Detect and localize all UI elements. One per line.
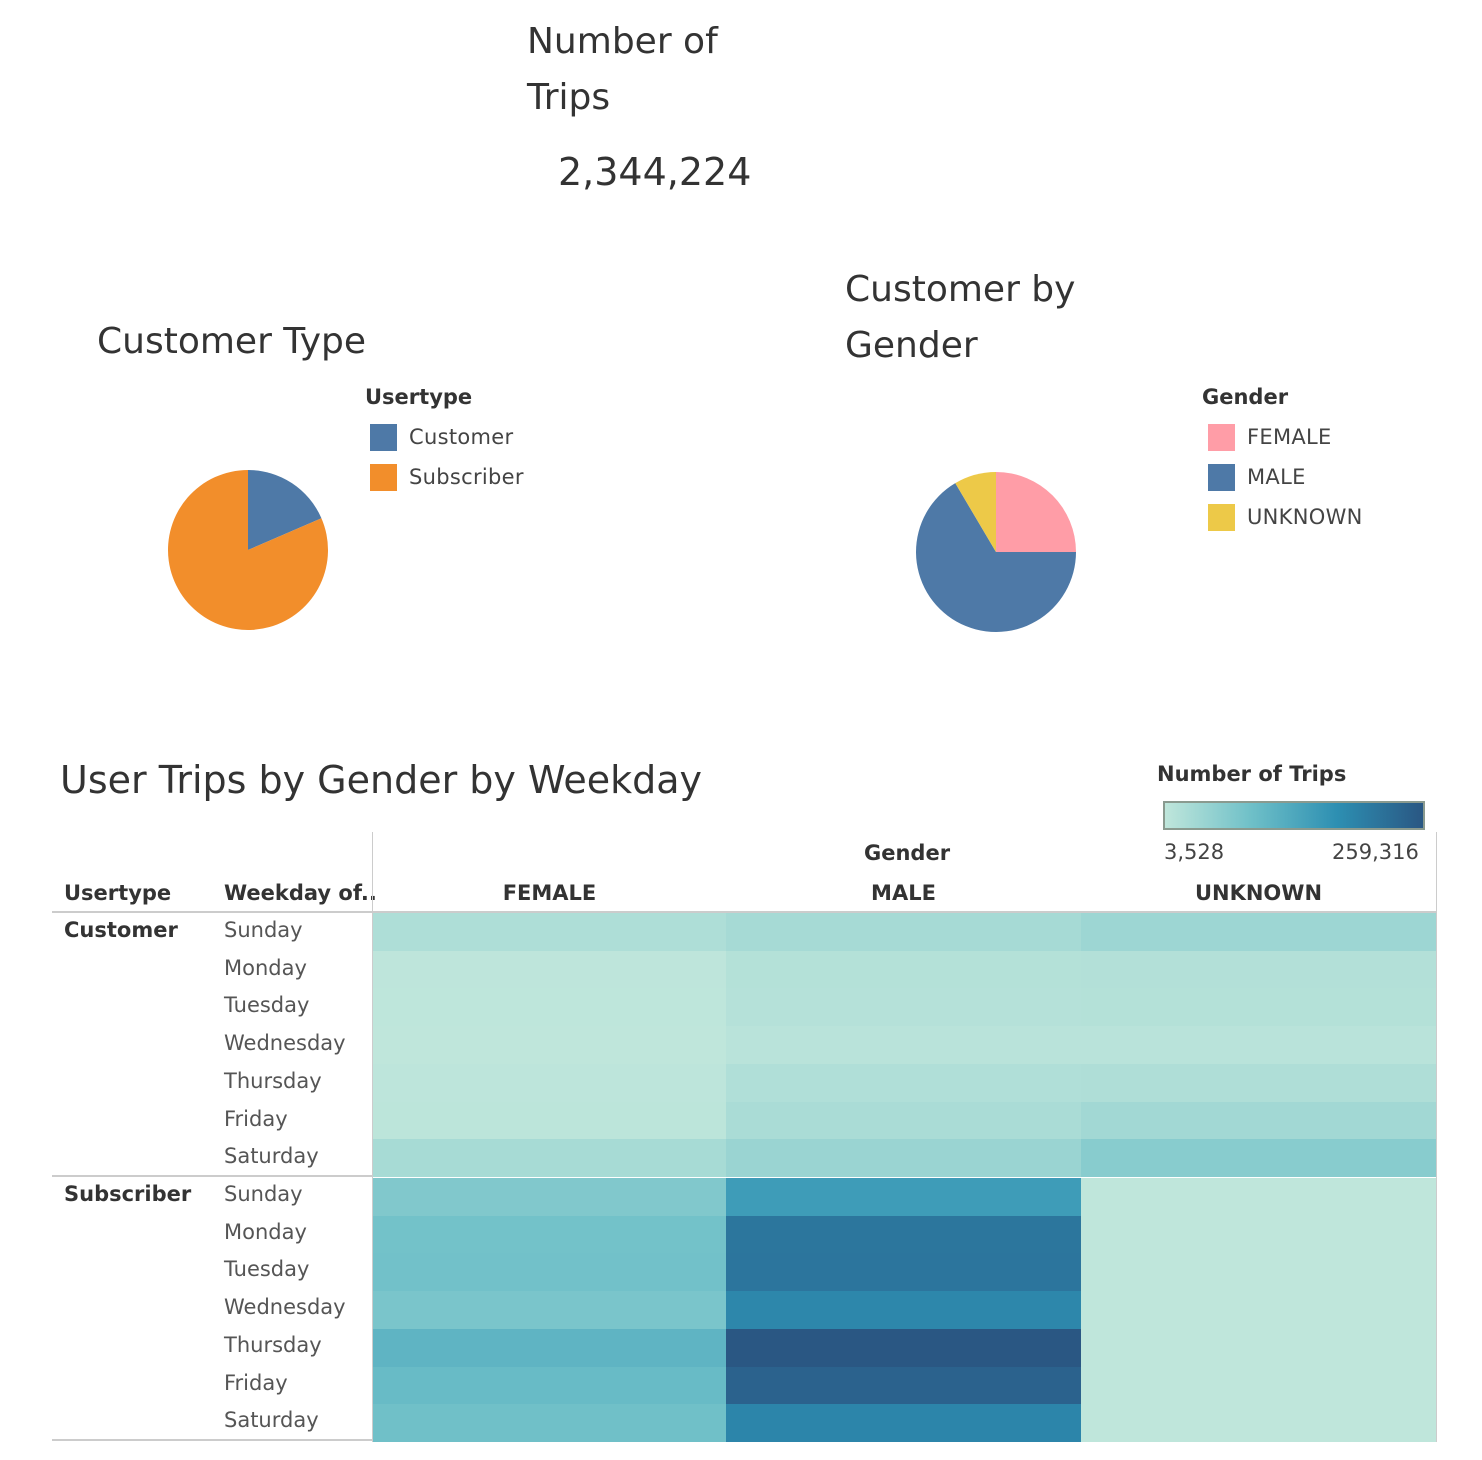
legend-item-unknown[interactable]: UNKNOWN: [1208, 503, 1363, 531]
heatmap-cell[interactable]: [1081, 1139, 1436, 1178]
heatmap-cell[interactable]: [1081, 1366, 1436, 1405]
colorbar-title: Number of Trips: [1157, 762, 1347, 786]
row-label-weekday: Monday: [224, 1219, 307, 1244]
heatmap-cell[interactable]: [1081, 1253, 1436, 1292]
legend-swatch-subscriber: [370, 463, 397, 491]
heatmap-cell[interactable]: [373, 913, 726, 951]
heatmap-cell[interactable]: [726, 1177, 1081, 1216]
column-group-header: Gender: [864, 841, 951, 865]
heatmap-cell[interactable]: [1081, 1177, 1436, 1216]
row-label-weekday: Tuesday: [224, 1257, 310, 1282]
heatmap-cell[interactable]: [726, 1404, 1081, 1443]
heatmap-cell[interactable]: [1081, 1328, 1436, 1367]
group-label-customer: Customer: [64, 918, 178, 942]
legend-label-female: FEMALE: [1247, 425, 1332, 449]
group-label-subscriber: Subscriber: [64, 1182, 192, 1206]
heatmap-cell[interactable]: [373, 1177, 726, 1216]
customer-gender-title: Customer by Gender: [845, 269, 1076, 366]
heatmap-cell[interactable]: [726, 950, 1081, 989]
legend-swatch-female: [1208, 423, 1235, 451]
heatmap-cell[interactable]: [1081, 988, 1436, 1027]
heatmap-cell[interactable]: [373, 1291, 726, 1330]
heatmap-cell[interactable]: [373, 1328, 726, 1367]
legend-item-male[interactable]: MALE: [1208, 463, 1306, 491]
customer-gender-pie[interactable]: [914, 470, 1078, 634]
heatmap-cell[interactable]: [1081, 1404, 1436, 1443]
heatmap-cell[interactable]: [373, 988, 726, 1027]
heatmap-cell[interactable]: [1081, 950, 1436, 989]
row-label-weekday: Friday: [224, 1106, 288, 1131]
row-label-weekday: Thursday: [224, 1332, 322, 1357]
heatmap-cell[interactable]: [726, 1215, 1081, 1254]
kpi-title: Number of Trips: [527, 21, 718, 118]
pie-slice-female[interactable]: [996, 472, 1076, 552]
row-label-weekday: Tuesday: [224, 993, 310, 1018]
row-label-weekday: Wednesday: [224, 1031, 346, 1056]
column-header-unknown: UNKNOWN: [1194, 881, 1323, 905]
legend-swatch-male: [1208, 463, 1235, 491]
usertype-legend-title: Usertype: [365, 385, 473, 409]
gender-legend-title: Gender: [1202, 385, 1289, 409]
row-label-weekday: Wednesday: [224, 1295, 346, 1320]
row-label-weekday: Monday: [224, 955, 307, 980]
legend-label-customer: Customer: [409, 425, 514, 449]
heatmap-cell[interactable]: [1081, 1215, 1436, 1254]
row-label-weekday: Friday: [224, 1370, 288, 1395]
heatmap-cell[interactable]: [1081, 1026, 1436, 1065]
heatmap-cell[interactable]: [726, 913, 1081, 951]
heatmap-cell[interactable]: [1081, 1063, 1436, 1102]
heatmap-cell[interactable]: [373, 1139, 726, 1178]
legend-item-subscriber[interactable]: Subscriber: [370, 463, 524, 491]
heatmap-cell[interactable]: [726, 1366, 1081, 1405]
legend-item-customer[interactable]: Customer: [370, 423, 513, 451]
heatmap-cell[interactable]: [726, 1063, 1081, 1102]
heatmap-cell[interactable]: [373, 1063, 726, 1102]
column-header-male: MALE: [871, 881, 936, 905]
heatmap-cell[interactable]: [726, 1026, 1081, 1065]
row-header-usertype: Usertype: [64, 881, 172, 905]
legend-swatch-unknown: [1208, 503, 1235, 531]
heatmap-cell[interactable]: [726, 1328, 1081, 1367]
heatmap-cell[interactable]: [373, 1404, 726, 1443]
colorbar-max: 259,316: [1332, 840, 1419, 864]
legend-item-female[interactable]: FEMALE: [1208, 423, 1332, 451]
heatmap-cell[interactable]: [726, 1139, 1081, 1178]
heatmap-cell[interactable]: [373, 1366, 726, 1405]
customer-type-pie[interactable]: [166, 468, 330, 632]
heatmap-cell[interactable]: [373, 1101, 726, 1140]
legend-swatch-customer: [370, 423, 397, 451]
heatmap-cell[interactable]: [373, 950, 726, 989]
heatmap-cell[interactable]: [1081, 1291, 1436, 1330]
right-border: [1436, 832, 1437, 1442]
heatmap-cell[interactable]: [726, 1101, 1081, 1140]
heatmap-cell[interactable]: [726, 1253, 1081, 1292]
legend-label-subscriber: Subscriber: [409, 465, 524, 489]
legend-label-unknown: UNKNOWN: [1247, 505, 1363, 529]
heatmap-cell[interactable]: [726, 1291, 1081, 1330]
column-header-female: FEMALE: [502, 881, 597, 905]
legend-label-male: MALE: [1247, 465, 1306, 489]
row-label-weekday: Saturday: [224, 1408, 319, 1433]
heatmap-cell[interactable]: [373, 1026, 726, 1065]
colorbar-min: 3,528: [1164, 840, 1225, 864]
colorbar: [1163, 801, 1425, 830]
row-label-weekday: Thursday: [224, 1068, 322, 1093]
row-label-weekday: Sunday: [224, 1181, 303, 1206]
row-header-weekday: Weekday of..: [224, 881, 377, 905]
heatmap-cell[interactable]: [373, 1253, 726, 1292]
customer-type-title: Customer Type: [97, 321, 366, 362]
heatmap-title: User Trips by Gender by Weekday: [60, 758, 702, 802]
heatmap-cell[interactable]: [373, 1215, 726, 1254]
row-label-weekday: Saturday: [224, 1144, 319, 1169]
row-label-weekday: Sunday: [224, 918, 303, 942]
heatmap-cell[interactable]: [1081, 913, 1436, 951]
heatmap-cell[interactable]: [726, 988, 1081, 1027]
heatmap-cell[interactable]: [1081, 1101, 1436, 1140]
kpi-value: 2,344,224: [558, 150, 752, 194]
